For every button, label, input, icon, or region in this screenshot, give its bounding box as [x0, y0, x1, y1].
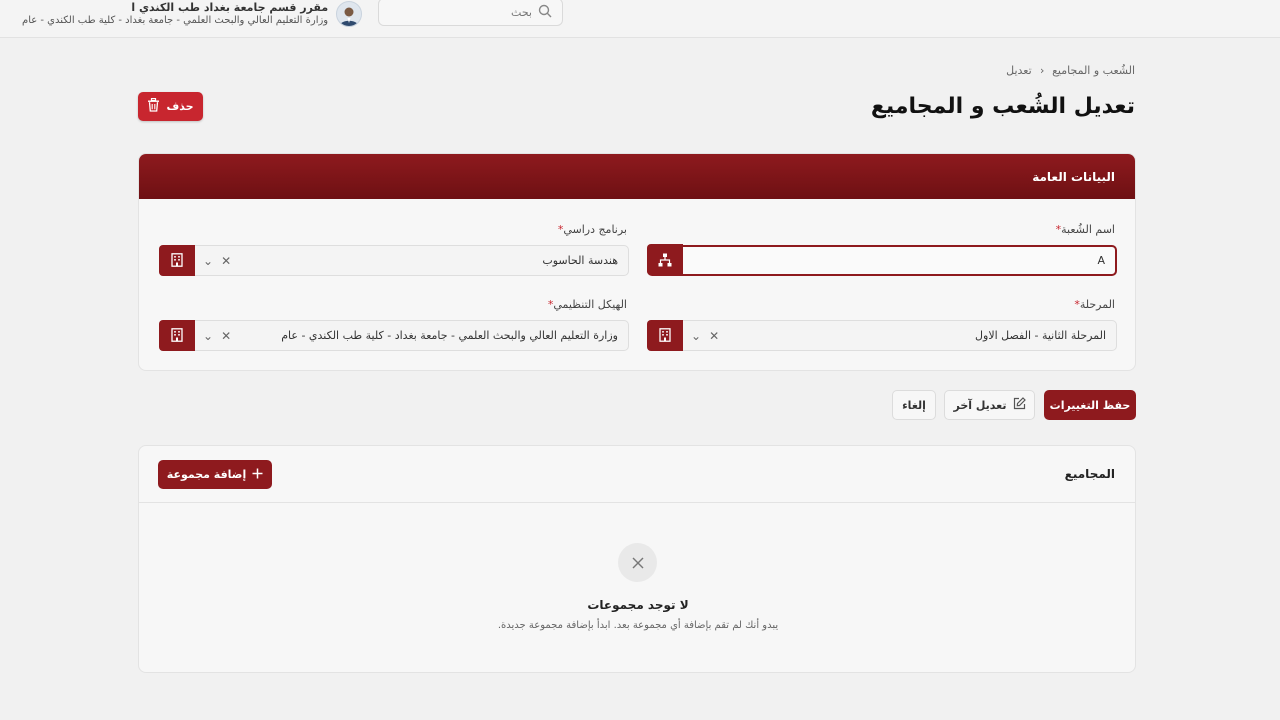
user-profile[interactable]: مقرر قسم جامعة بغداد طب الكندي ا وزارة ا… — [22, 0, 363, 32]
groups-title: المجاميع — [1064, 467, 1115, 481]
card-header: البيانات العامة — [139, 154, 1135, 199]
study-program-select[interactable]: ⌄ ✕ هندسة الحاسوب — [159, 244, 629, 276]
clear-icon[interactable]: ✕ — [709, 329, 719, 343]
add-group-button[interactable]: إضافة مجموعة — [158, 460, 272, 489]
user-name: مقرر قسم جامعة بغداد طب الكندي ا — [131, 0, 329, 14]
hierarchy-icon — [647, 244, 683, 275]
chevron-down-icon[interactable]: ⌄ — [691, 329, 701, 343]
study-program-label-text: برنامج دراسي — [563, 223, 627, 236]
chevron-down-icon[interactable]: ⌄ — [203, 254, 213, 268]
delete-button[interactable]: حذف — [138, 92, 203, 121]
building-icon — [159, 319, 195, 351]
edit-other-label: تعديل آخر — [953, 398, 1007, 412]
cancel-button[interactable]: إلغاء — [892, 390, 936, 420]
add-group-label: إضافة مجموعة — [166, 468, 247, 481]
search-box[interactable] — [378, 0, 563, 26]
groups-card: المجاميع إضافة مجموعة لا توجد مجموعات يب… — [138, 445, 1136, 673]
building-icon — [159, 244, 195, 276]
study-program-label: برنامج دراسي* — [558, 223, 627, 236]
cancel-label: إلغاء — [902, 398, 926, 412]
page-title: تعديل الشُعب و المجاميع — [870, 94, 1135, 119]
stage-label: المرحلة* — [1074, 298, 1115, 311]
trash-icon — [147, 97, 160, 115]
clear-icon[interactable]: ✕ — [221, 329, 231, 343]
stage-label-text: المرحلة — [1079, 298, 1115, 311]
select-controls: ⌄ ✕ — [683, 329, 719, 343]
empty-state-close-icon — [618, 543, 657, 582]
clear-icon[interactable]: ✕ — [221, 254, 231, 268]
org-structure-label-text: الهيكل التنظيمي — [553, 298, 627, 311]
chevron-down-icon[interactable]: ⌄ — [203, 329, 213, 343]
breadcrumb-current: تعديل — [1006, 64, 1032, 77]
groups-header: المجاميع إضافة مجموعة — [139, 446, 1135, 503]
search-icon — [538, 4, 552, 21]
select-controls: ⌄ ✕ — [195, 254, 231, 268]
top-bar: مقرر قسم جامعة بغداد طب الكندي ا وزارة ا… — [0, 0, 1280, 38]
empty-state-subtitle: يبدو أنك لم تقم بإضافة أي مجموعة بعد. اب… — [497, 620, 779, 631]
stage-value: المرحلة الثانية - الفصل الاول — [975, 329, 1106, 342]
user-avatar-icon[interactable] — [336, 1, 363, 27]
section-name-label: اسم الشُعبة* — [1056, 223, 1115, 236]
search-input[interactable] — [412, 5, 532, 19]
section-name-label-text: اسم الشُعبة — [1061, 223, 1115, 236]
card-title: البيانات العامة — [1032, 169, 1115, 184]
save-label: حفظ التغييرات — [1049, 398, 1131, 412]
user-org: وزارة التعليم العالي والبحث العلمي - جام… — [22, 14, 329, 26]
empty-state-title: لا توجد مجموعات — [587, 598, 689, 612]
study-program-value: هندسة الحاسوب — [542, 254, 618, 267]
org-structure-label: الهيكل التنظيمي* — [548, 298, 627, 311]
edit-icon — [1013, 397, 1026, 413]
org-structure-value: وزارة التعليم العالي والبحث العلمي - جام… — [281, 329, 618, 342]
plus-icon — [252, 468, 263, 482]
section-name-value[interactable]: A — [683, 254, 1115, 267]
breadcrumb: الشُعب و المجاميع › تعديل — [1006, 64, 1135, 77]
org-structure-select[interactable]: ⌄ ✕ وزارة التعليم العالي والبحث العلمي -… — [159, 319, 629, 351]
breadcrumb-separator-icon: › — [1039, 64, 1045, 77]
edit-other-button[interactable]: تعديل آخر — [944, 390, 1035, 420]
user-info: مقرر قسم جامعة بغداد طب الكندي ا وزارة ا… — [22, 1, 328, 27]
delete-label: حذف — [166, 100, 194, 113]
breadcrumb-parent[interactable]: الشُعب و المجاميع — [1052, 64, 1135, 77]
general-data-card: البيانات العامة اسم الشُعبة* A برنامج در… — [138, 153, 1136, 371]
section-name-field[interactable]: A — [647, 244, 1117, 276]
stage-select[interactable]: ⌄ ✕ المرحلة الثانية - الفصل الاول — [647, 319, 1117, 351]
building-icon — [647, 319, 683, 351]
select-controls: ⌄ ✕ — [195, 329, 231, 343]
save-changes-button[interactable]: حفظ التغييرات — [1044, 390, 1136, 420]
